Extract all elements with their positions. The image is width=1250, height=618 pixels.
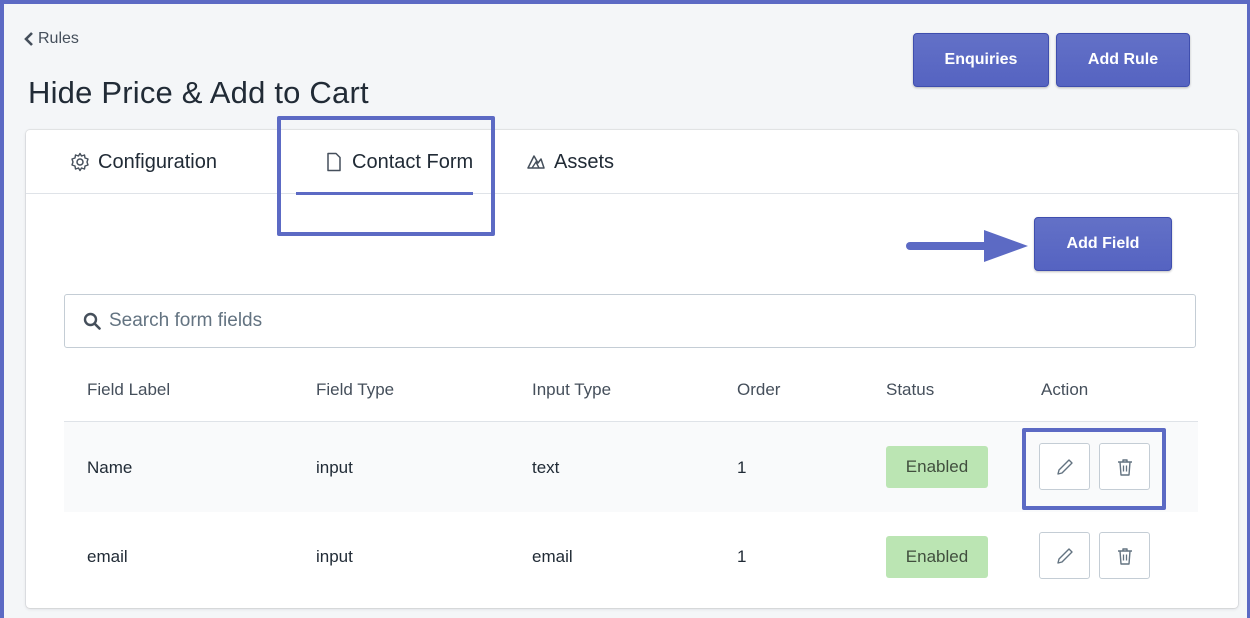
tab-label: Configuration [98,150,217,173]
page-title: Hide Price & Add to Cart [28,75,369,110]
enquiries-button[interactable]: Enquiries [913,33,1049,87]
status-badge: Enabled [886,446,988,488]
breadcrumb[interactable]: Rules [22,30,79,48]
delete-button[interactable] [1099,532,1150,579]
pencil-icon [1056,547,1073,564]
search-input[interactable] [109,310,1109,332]
add-field-button[interactable]: Add Field [1034,217,1172,271]
tab-configuration[interactable]: Configuration [70,130,217,194]
gear-icon [71,152,89,172]
chevron-left-icon [24,32,33,46]
assets-icon [527,155,545,169]
tab-bar: Configuration Contact Form Assets [26,130,1238,194]
breadcrumb-label: Rules [38,30,79,47]
cell-input-type: text [532,458,560,477]
search-field[interactable] [64,294,1196,348]
tab-label: Assets [554,150,615,173]
column-header-status: Status [886,380,935,399]
cell-field-type: input [316,547,353,566]
column-header-field-label: Field Label [87,380,171,399]
edit-button[interactable] [1039,532,1090,579]
column-header-action: Action [1041,380,1089,399]
tab-highlight-annotation [277,116,495,236]
tab-assets[interactable]: Assets [526,130,614,194]
search-icon [83,312,101,330]
trash-icon [1117,547,1132,565]
column-header-order: Order [737,380,781,399]
status-badge: Enabled [886,536,988,578]
cell-order: 1 [737,458,747,477]
column-header-input-type: Input Type [532,380,612,399]
cell-field-type: input [316,458,353,477]
cell-field-label: email [87,547,128,566]
cell-field-label: Name [87,458,133,477]
action-highlight-annotation [1022,428,1166,510]
column-header-field-type: Field Type [316,380,395,399]
cell-input-type: email [532,547,573,566]
arrow-right-icon [906,230,1028,262]
add-rule-button[interactable]: Add Rule [1056,33,1190,87]
cell-order: 1 [737,547,747,566]
